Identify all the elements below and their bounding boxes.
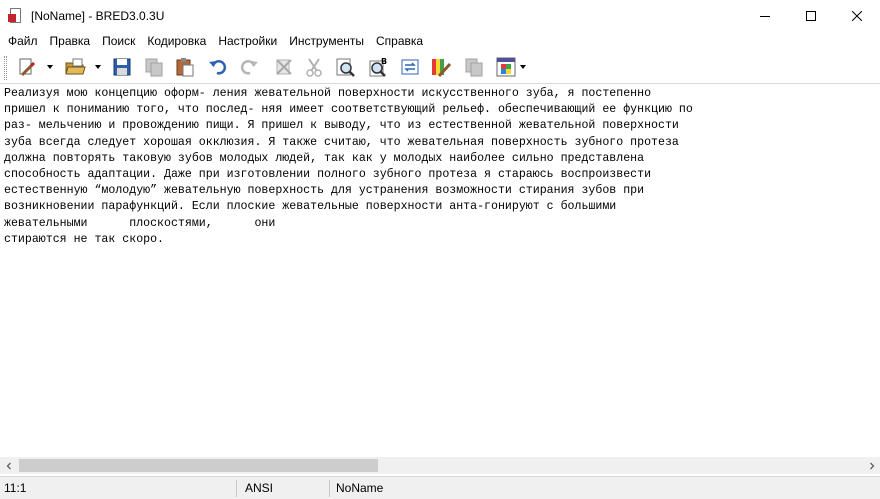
find-next-button[interactable]: B <box>366 55 390 79</box>
status-separator <box>236 480 237 497</box>
editor-line: Реализуя мою концепцию оформ- ления жева… <box>4 87 652 100</box>
text-editor[interactable]: Реализуя мою концепцию оформ- ления жева… <box>0 85 880 457</box>
colors-button[interactable] <box>429 55 453 79</box>
maximize-icon <box>806 10 816 21</box>
menu-edit[interactable]: Правка <box>44 34 97 48</box>
editor-line: зуба всегда следует хорошая окклюзия. Я … <box>4 135 679 149</box>
editor-line: жевательными плоскостями, они <box>4 216 276 230</box>
paste-button[interactable] <box>173 55 197 79</box>
save-button[interactable] <box>110 55 134 79</box>
minimize-icon <box>760 15 770 17</box>
editor-line: должна повторять таковую зубов молодых л… <box>4 151 645 165</box>
encoding-indicator[interactable]: ANSI <box>245 477 273 499</box>
redo-icon <box>240 60 258 75</box>
replace-button[interactable] <box>398 55 422 79</box>
editor-line: естественную “молодую” жевательную повер… <box>4 184 645 198</box>
open-dropdown-arrow[interactable] <box>95 65 101 69</box>
editor-line: способность адаптации. Даже при изготовл… <box>4 168 652 182</box>
copy-button[interactable] <box>142 55 166 79</box>
window-title: [NoName] - BRED3.0.3U <box>31 8 165 23</box>
horizontal-scrollbar[interactable] <box>0 457 880 474</box>
menu-tools[interactable]: Инструменты <box>283 34 370 48</box>
window-controls <box>742 0 880 31</box>
find-icon <box>336 58 355 77</box>
editor-line: пришел к пониманию того, что послед- няя… <box>4 103 693 117</box>
new-document-button[interactable] <box>15 55 39 79</box>
menu-bar: Файл Правка Поиск Кодировка Настройки Ин… <box>0 31 880 51</box>
windows-button[interactable] <box>494 55 518 79</box>
editor-line: стираются не так скоро. <box>4 232 165 246</box>
title-bar: [NoName] - BRED3.0.3U <box>0 0 880 31</box>
menu-file[interactable]: Файл <box>2 34 44 48</box>
maximize-button[interactable] <box>788 0 834 31</box>
chevron-right-icon <box>869 462 874 469</box>
open-button[interactable] <box>63 55 87 79</box>
redo-button[interactable] <box>237 55 261 79</box>
status-bar: 11:1 ANSI NoName <box>0 476 880 499</box>
clear-disabled-icon <box>276 59 292 75</box>
find-button[interactable] <box>333 55 357 79</box>
paste-icon <box>176 58 194 77</box>
editor-line: возникновении парафункций. Если плоские … <box>4 200 617 214</box>
windows-icon <box>496 57 516 77</box>
new-document-dropdown-arrow[interactable] <box>47 65 53 69</box>
toolbar-grip[interactable] <box>4 56 7 80</box>
settings-disabled-icon <box>465 58 483 77</box>
menu-search[interactable]: Поиск <box>96 34 141 48</box>
svg-text:B: B <box>381 57 387 66</box>
new-document-icon <box>19 58 36 77</box>
app-icon <box>8 7 24 24</box>
minimize-button[interactable] <box>742 0 788 31</box>
menu-settings[interactable]: Настройки <box>212 34 283 48</box>
scroll-thumb[interactable] <box>19 459 378 472</box>
copy-disabled-icon <box>145 58 163 77</box>
chevron-left-icon <box>6 462 11 469</box>
save-icon <box>113 58 131 76</box>
replace-icon <box>401 59 419 75</box>
cut-disabled-icon <box>306 58 322 77</box>
open-folder-icon <box>65 58 86 75</box>
menu-encoding[interactable]: Кодировка <box>141 34 212 48</box>
editor-line: раз- мельчению и провождению пищи. Я при… <box>4 119 679 133</box>
windows-dropdown-arrow[interactable] <box>520 65 526 69</box>
scroll-right-button[interactable] <box>863 457 880 474</box>
menu-help[interactable]: Справка <box>370 34 429 48</box>
clear-button[interactable] <box>272 55 296 79</box>
undo-icon <box>209 60 227 75</box>
colors-icon <box>432 59 452 78</box>
cut-button[interactable] <box>302 55 326 79</box>
scroll-left-button[interactable] <box>0 457 17 474</box>
undo-button[interactable] <box>206 55 230 79</box>
cursor-position: 11:1 <box>4 481 27 495</box>
file-name: NoName <box>336 481 384 495</box>
toolbar: B <box>0 51 880 84</box>
editor-content[interactable]: Реализуя мою концепцию оформ- ления жева… <box>4 86 693 248</box>
find-next-icon: B <box>369 57 387 77</box>
status-separator <box>329 480 330 497</box>
close-icon <box>852 10 862 21</box>
close-button[interactable] <box>834 0 880 31</box>
settings-button[interactable] <box>462 55 486 79</box>
